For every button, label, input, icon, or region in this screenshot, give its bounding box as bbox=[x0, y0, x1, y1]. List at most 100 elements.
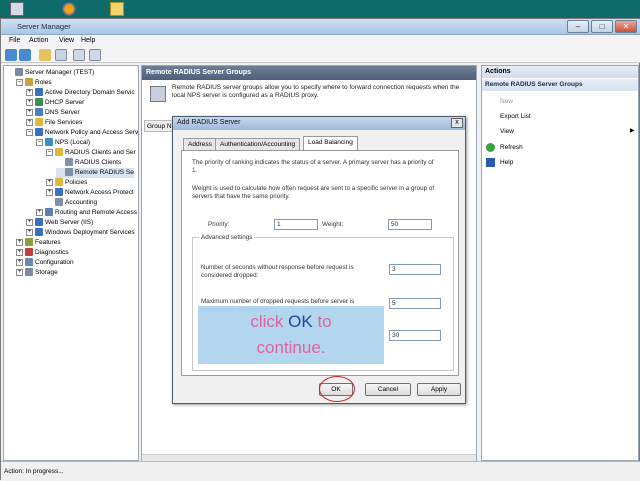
tree-item[interactable]: + Diagnostics bbox=[16, 248, 69, 258]
tree-node-icon bbox=[65, 168, 73, 177]
tree-expander-icon[interactable]: + bbox=[26, 108, 33, 116]
tree-item-label: Accounting bbox=[65, 199, 98, 206]
tree-item-label: Web Server (IIS) bbox=[45, 219, 94, 226]
interval-input[interactable]: 30 bbox=[389, 330, 441, 341]
tree-expander-icon[interactable]: + bbox=[26, 228, 33, 236]
action-help[interactable]: Help bbox=[500, 159, 513, 166]
callout-ok: OK bbox=[288, 312, 313, 331]
tree-item[interactable]: Remote RADIUS Se bbox=[56, 168, 134, 178]
tree-item-label: Remote RADIUS Se bbox=[75, 169, 134, 176]
tree-item[interactable]: + Network Access Protect bbox=[46, 188, 134, 198]
action-refresh[interactable]: Refresh bbox=[500, 144, 523, 151]
menu-file[interactable]: File bbox=[9, 37, 20, 44]
menu-view[interactable]: View bbox=[59, 37, 74, 44]
action-new[interactable]: New bbox=[500, 98, 513, 105]
tree-item[interactable]: – Roles bbox=[16, 78, 52, 88]
toolbar bbox=[1, 47, 640, 63]
minimize-button[interactable]: – bbox=[567, 20, 589, 33]
timeout-label: Number of seconds without response befor… bbox=[201, 264, 354, 279]
tree-item-label: Windows Deployment Services bbox=[45, 229, 135, 236]
tree-expander-icon[interactable]: + bbox=[16, 238, 23, 246]
priority-input[interactable]: 1 bbox=[274, 219, 318, 230]
folder-icon[interactable] bbox=[110, 2, 124, 16]
tab-load-balancing[interactable]: Load Balancing bbox=[303, 136, 358, 150]
tutorial-callout: click OK to continue. bbox=[198, 306, 384, 364]
tree-item[interactable]: + Windows Deployment Services bbox=[26, 228, 135, 238]
tree-expander-icon[interactable]: + bbox=[26, 118, 33, 126]
actions-section-title[interactable]: Remote RADIUS Server Groups bbox=[482, 79, 638, 91]
action-export-list[interactable]: Export List bbox=[500, 113, 531, 120]
cancel-button[interactable]: Cancel bbox=[365, 383, 411, 396]
tree-item[interactable]: + Policies bbox=[46, 178, 87, 188]
tree-item-label: Diagnostics bbox=[35, 249, 69, 256]
taskbar bbox=[0, 0, 640, 18]
dialog-close-button[interactable]: x bbox=[451, 118, 463, 128]
tab-authentication-accounting[interactable]: Authentication/Accounting bbox=[215, 138, 301, 150]
apply-button[interactable]: Apply bbox=[417, 383, 461, 396]
priority-label: Priority: bbox=[208, 221, 230, 228]
tree-item[interactable]: + Routing and Remote Access bbox=[36, 208, 137, 218]
tree-item-label: RADIUS Clients bbox=[75, 159, 122, 166]
weight-label: Weight: bbox=[322, 221, 344, 228]
tree-expander-icon[interactable]: + bbox=[26, 98, 33, 106]
up-folder-icon[interactable] bbox=[39, 49, 51, 61]
maximize-button[interactable]: □ bbox=[591, 20, 613, 33]
properties-icon[interactable] bbox=[89, 49, 101, 61]
help-icon[interactable] bbox=[73, 49, 85, 61]
tree-item[interactable]: Accounting bbox=[46, 198, 97, 208]
tree-expander-icon[interactable]: + bbox=[16, 268, 23, 276]
tree-item[interactable]: + Configuration bbox=[16, 258, 74, 268]
tree-expander-icon[interactable]: + bbox=[46, 188, 53, 196]
tree-expander-icon[interactable]: + bbox=[16, 258, 23, 266]
tree-expander-icon[interactable]: – bbox=[46, 148, 53, 156]
tree-item-label: Storage bbox=[35, 269, 58, 276]
actions-pane: Actions Remote RADIUS Server Groups New … bbox=[481, 65, 639, 461]
priority-description-end: 1. bbox=[192, 167, 198, 174]
tree-item[interactable]: – NPS (Local) bbox=[36, 138, 90, 148]
tree-expander-icon[interactable]: + bbox=[26, 218, 33, 226]
callout-post: to bbox=[312, 312, 332, 331]
tree-item[interactable]: + DHCP Server bbox=[26, 98, 84, 108]
title-bar: Server Manager – □ ✕ bbox=[1, 19, 640, 35]
action-view[interactable]: View bbox=[500, 128, 514, 135]
weight-description: Weight is used to calculate how often re… bbox=[192, 185, 435, 200]
close-button[interactable]: ✕ bbox=[615, 20, 637, 33]
tree-expander-icon[interactable]: + bbox=[16, 248, 23, 256]
tree-expander-icon[interactable]: – bbox=[26, 128, 33, 136]
tree-item-label: NPS (Local) bbox=[55, 139, 91, 146]
server-manager-icon[interactable] bbox=[10, 2, 24, 16]
weight-input[interactable]: 50 bbox=[388, 219, 432, 230]
tree-node-icon bbox=[35, 128, 43, 137]
tree-expander-icon[interactable]: + bbox=[26, 88, 33, 96]
dialog-title: Add RADIUS Server bbox=[173, 117, 465, 130]
tree-item[interactable]: – Network Policy and Access Serv bbox=[26, 128, 138, 138]
advanced-settings-title: Advanced settings bbox=[199, 234, 255, 242]
tree-expander-icon[interactable]: + bbox=[36, 208, 43, 216]
tree-item[interactable]: Server Manager (TEST) bbox=[6, 68, 94, 78]
tab-address[interactable]: Address bbox=[183, 138, 217, 150]
tree-item[interactable]: + Features bbox=[16, 238, 61, 248]
tree-node-icon bbox=[65, 158, 73, 167]
tree-node-icon bbox=[35, 108, 43, 117]
tree-item-label: Features bbox=[35, 239, 61, 246]
show-hide-tree-icon[interactable] bbox=[55, 49, 67, 61]
firefox-icon[interactable] bbox=[62, 2, 76, 16]
timeout-input[interactable]: 3 bbox=[389, 264, 441, 275]
tree-item[interactable]: + Storage bbox=[16, 268, 58, 278]
tree-expander-icon[interactable]: + bbox=[46, 178, 53, 186]
tree-item[interactable]: + Active Directory Domain Servic bbox=[26, 88, 135, 98]
back-icon[interactable] bbox=[5, 49, 17, 61]
tree-item[interactable]: + Web Server (IIS) bbox=[26, 218, 93, 228]
tree-expander-icon[interactable]: – bbox=[36, 138, 43, 146]
forward-icon[interactable] bbox=[19, 49, 31, 61]
tree-item[interactable]: – RADIUS Clients and Ser bbox=[46, 148, 136, 158]
tree-expander-icon[interactable]: – bbox=[16, 78, 23, 86]
tree-item[interactable]: + File Services bbox=[26, 118, 82, 128]
menu-action[interactable]: Action bbox=[29, 37, 48, 44]
center-pane-title: Remote RADIUS Server Groups bbox=[142, 66, 476, 80]
dropped-requests-input[interactable]: 5 bbox=[389, 298, 441, 309]
tree-item[interactable]: RADIUS Clients bbox=[56, 158, 121, 168]
menu-help[interactable]: Help bbox=[81, 37, 95, 44]
tree-item[interactable]: + DNS Server bbox=[26, 108, 80, 118]
window-title: Server Manager bbox=[17, 22, 71, 31]
